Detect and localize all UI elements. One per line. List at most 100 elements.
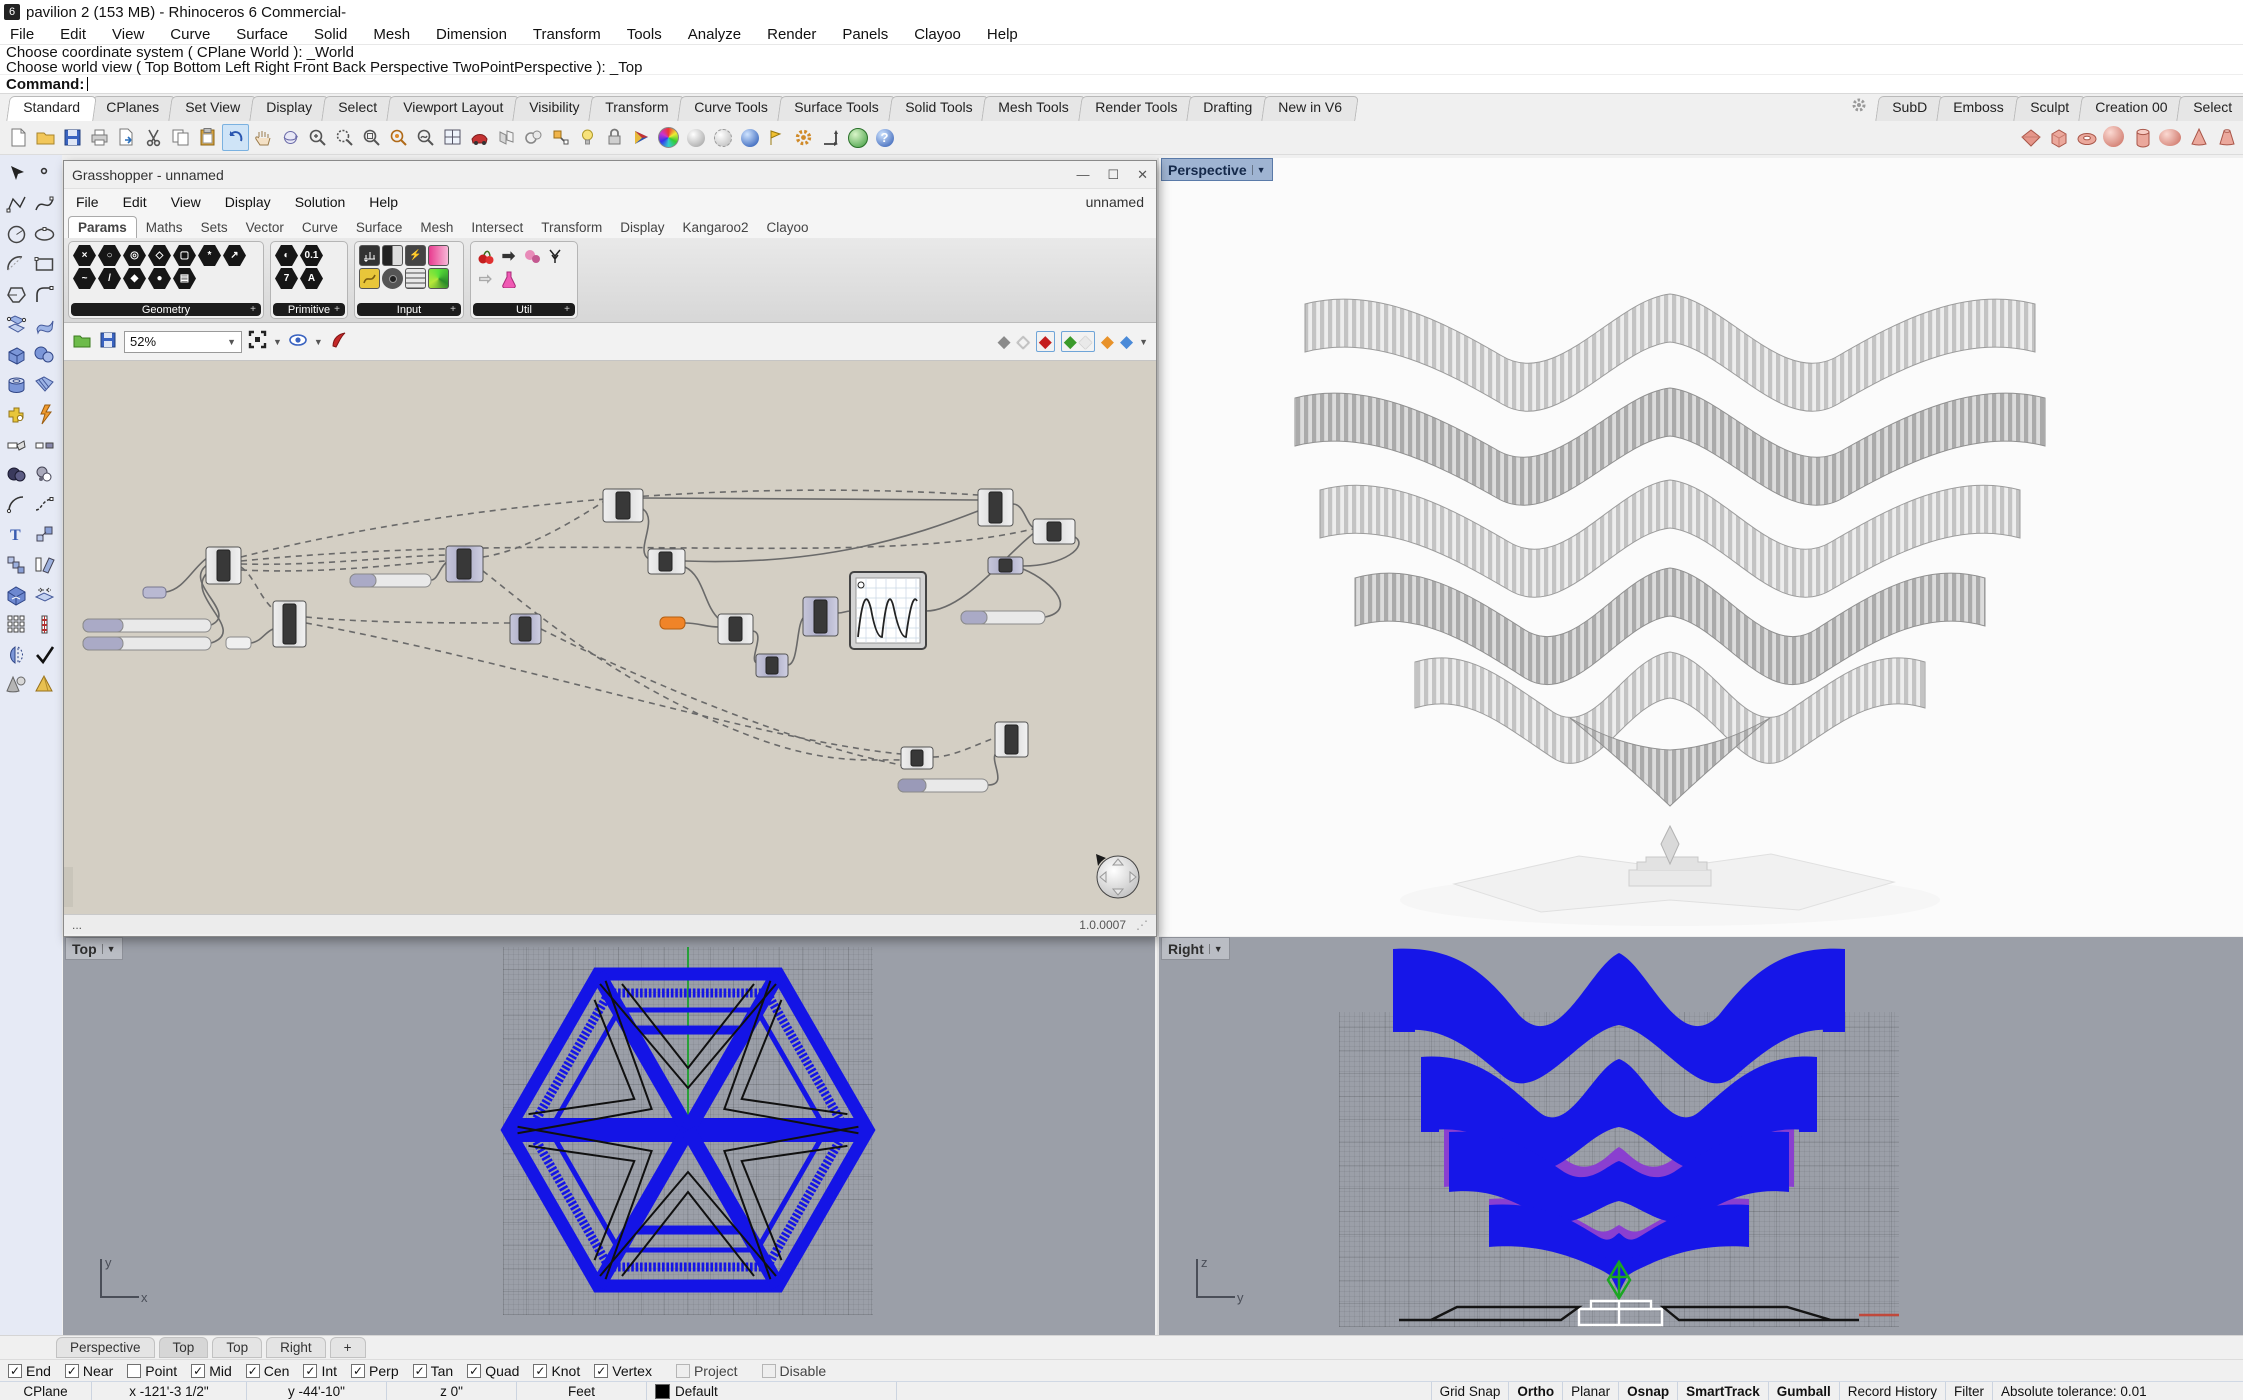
gh-menu-view[interactable]: View	[171, 194, 201, 210]
viewport-tab-top-1[interactable]: Top	[159, 1337, 209, 1358]
export-icon[interactable]	[114, 125, 139, 150]
select-arrow-tool[interactable]	[2, 159, 30, 189]
toolbar-tab-select[interactable]: Select	[321, 96, 393, 121]
menu-solid[interactable]: Solid	[314, 26, 347, 43]
gh-preview-off-gem-icon[interactable]: ◆	[998, 333, 1011, 350]
menu-render[interactable]: Render	[767, 26, 816, 43]
viewport-top[interactable]: Top▼	[63, 937, 1155, 1335]
circle-tool[interactable]	[2, 219, 30, 249]
array-linear-tool[interactable]	[30, 609, 58, 639]
add-viewport-tab-button[interactable]: +	[330, 1337, 366, 1358]
param-vector-icon[interactable]: ↗	[223, 245, 246, 266]
subd-cylinder-icon[interactable]	[2131, 126, 2155, 150]
gh-zoom-select[interactable]: 52%▼	[124, 331, 242, 353]
zoom-extents-icon[interactable]	[413, 125, 438, 150]
viewport-perspective[interactable]: Perspective▼	[1157, 158, 2243, 936]
subd-cone-icon[interactable]	[2187, 126, 2211, 150]
osnap-quad[interactable]: ✓Quad	[467, 1363, 519, 1379]
param-number-icon[interactable]: 0.1	[300, 245, 323, 266]
statusbar-planar[interactable]: Planar	[1563, 1382, 1619, 1400]
toolbar-tab-solid-tools[interactable]: Solid Tools	[888, 96, 989, 121]
data-recorder-arrow-icon[interactable]: ⇨	[475, 268, 496, 289]
solid-union-tool[interactable]	[2, 579, 30, 609]
osnap-tan[interactable]: ✓Tan	[413, 1363, 454, 1379]
scale-tool[interactable]	[30, 519, 58, 549]
gh-tab-surface[interactable]: Surface	[347, 217, 412, 238]
param-text-icon[interactable]: A	[300, 268, 323, 289]
minimize-icon[interactable]: —	[1076, 167, 1089, 183]
osnap-int[interactable]: ✓Int	[303, 1363, 337, 1379]
ellipse-tool[interactable]	[30, 219, 58, 249]
render-icon[interactable]	[629, 125, 654, 150]
toolbar-tab-subd[interactable]: SubD	[1875, 96, 1944, 121]
gh-menu-solution[interactable]: Solution	[295, 194, 346, 210]
select-points-icon[interactable]	[548, 125, 573, 150]
save-icon[interactable]	[60, 125, 85, 150]
graph-mapper-icon[interactable]	[359, 268, 380, 289]
close-icon[interactable]: ✕	[1137, 167, 1148, 183]
menu-panels[interactable]: Panels	[842, 26, 888, 43]
param-spiral-icon[interactable]: ◎	[123, 245, 146, 266]
osnap-near[interactable]: ✓Near	[65, 1363, 113, 1379]
lamp-icon[interactable]	[575, 125, 600, 150]
menu-file[interactable]: File	[10, 26, 34, 43]
pyramid-gold-tool[interactable]	[30, 669, 58, 699]
hide-objects-icon[interactable]	[494, 125, 519, 150]
gh-tab-vector[interactable]: Vector	[237, 217, 293, 238]
toolbar-tab-render-tools[interactable]: Render Tools	[1078, 96, 1194, 121]
gh-menu-file[interactable]: File	[76, 194, 99, 210]
gh-tab-mesh[interactable]: Mesh	[411, 217, 462, 238]
menu-mesh[interactable]: Mesh	[373, 26, 410, 43]
gh-preview-wire-gem-icon[interactable]: ◇	[1017, 333, 1030, 350]
fillet-curve-tool[interactable]	[30, 279, 58, 309]
notification-flag-icon[interactable]	[764, 125, 789, 150]
toolbar-tab-visibility[interactable]: Visibility	[512, 96, 596, 121]
check-tool[interactable]	[30, 639, 58, 669]
boolean-toggle-icon[interactable]	[382, 245, 403, 266]
galapagos-icon[interactable]	[521, 245, 542, 266]
open-file-icon[interactable]	[33, 125, 58, 150]
param-box-icon[interactable]: ▢	[173, 245, 196, 266]
gh-blue-gem-icon[interactable]: ◆	[1120, 333, 1133, 350]
gh-tab-intersect[interactable]: Intersect	[462, 217, 532, 238]
chevron-down-icon[interactable]: ▼	[1252, 165, 1266, 175]
knob-icon[interactable]	[382, 268, 403, 289]
zoom-dynamic-icon[interactable]	[305, 125, 330, 150]
param-point-icon[interactable]: ◆	[123, 268, 146, 289]
toolbar-gear-icon[interactable]	[1851, 97, 1867, 117]
panel-icon[interactable]	[405, 268, 426, 289]
pan-hand-icon[interactable]	[251, 125, 276, 150]
explode-puzzle-tool[interactable]	[2, 399, 30, 429]
lock-icon[interactable]	[602, 125, 627, 150]
polyline-tool[interactable]	[2, 189, 30, 219]
palette-group-label[interactable]: Geometry+	[71, 303, 261, 316]
cut-icon[interactable]	[141, 125, 166, 150]
flask-icon[interactable]	[498, 268, 519, 289]
toolbar-tab-mesh-tools[interactable]: Mesh Tools	[981, 96, 1085, 121]
gh-preview-shaded-gem[interactable]: ◆	[1036, 331, 1055, 352]
toolbar-tab-viewport-layout[interactable]: Viewport Layout	[386, 96, 520, 121]
new-file-icon[interactable]	[6, 125, 31, 150]
color-swatch-icon[interactable]	[428, 268, 449, 289]
rotate-view-icon[interactable]	[278, 125, 303, 150]
palette-group-label[interactable]: Primitive+	[273, 303, 345, 316]
gh-tab-display[interactable]: Display	[611, 217, 673, 238]
gh-sketch-pen-icon[interactable]	[329, 330, 349, 354]
statusbar-gumball[interactable]: Gumball	[1769, 1382, 1840, 1400]
tube-tool[interactable]	[2, 369, 30, 399]
menu-curve[interactable]: Curve	[170, 26, 210, 43]
four-viewports-icon[interactable]	[440, 125, 465, 150]
menu-dimension[interactable]: Dimension	[436, 26, 507, 43]
render-preview-gray-icon[interactable]	[683, 125, 708, 150]
toolbar-tab-sculpt[interactable]: Sculpt	[2013, 96, 2085, 121]
menu-help[interactable]: Help	[987, 26, 1018, 43]
curve-tool[interactable]	[30, 189, 58, 219]
statusbar-filter[interactable]: Filter	[1946, 1382, 1993, 1400]
point-tool[interactable]	[30, 159, 58, 189]
osnap-cen[interactable]: ✓Cen	[246, 1363, 290, 1379]
gh-menu-edit[interactable]: Edit	[123, 194, 147, 210]
gh-orange-gem-icon[interactable]: ◆	[1101, 333, 1114, 350]
gh-selected-preview-gems[interactable]: ◆◆	[1061, 331, 1095, 352]
param-plane-icon[interactable]: ◇	[148, 245, 171, 266]
osnap-perp[interactable]: ✓Perp	[351, 1363, 399, 1379]
